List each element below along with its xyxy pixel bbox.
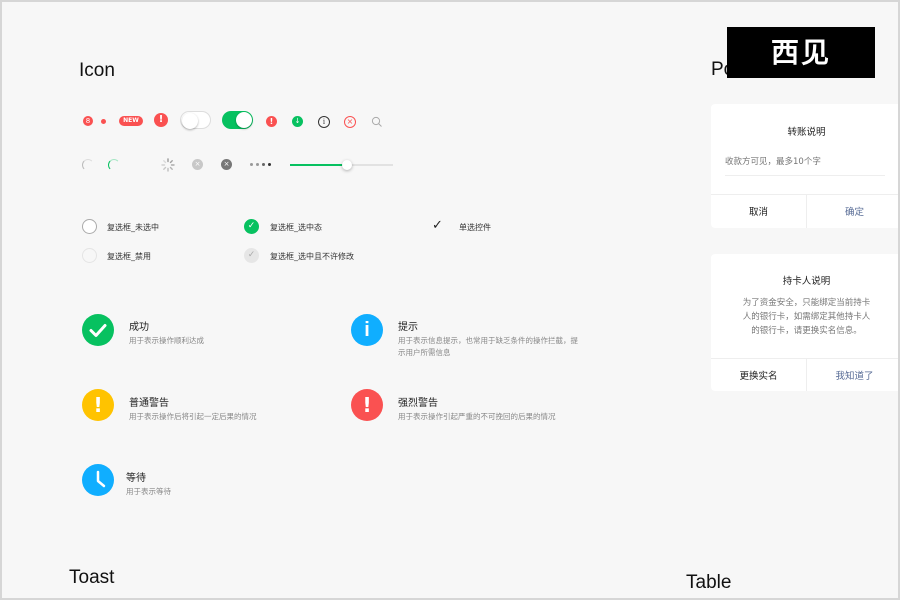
info-outline-icon: i [318, 116, 330, 128]
checkbox-checked-label: 复选框_选中态 [270, 223, 322, 232]
dot-loading [250, 163, 253, 166]
dialog-body-line: 为了资金安全，只能绑定当前持卡 [742, 298, 871, 308]
switch-off[interactable] [180, 111, 211, 129]
dot-loading [262, 163, 265, 166]
cancel-button[interactable]: 取消 [711, 204, 806, 218]
radio-check-icon[interactable]: ✓ [432, 218, 443, 233]
danger-desc: 用于表示操作引起严重的不可挽回的后果的情况 [398, 412, 556, 421]
warning-icon: ! [82, 389, 114, 421]
dialog-title: 转账说明 [787, 127, 826, 138]
logo-badge: 西见 [727, 27, 875, 78]
checkbox-checked-disabled: ✓ [244, 248, 259, 263]
waiting-title: 等待 [126, 473, 146, 484]
icon-section-title: Icon [79, 60, 115, 81]
warn-icon: ! [154, 113, 168, 127]
checkbox-unchecked[interactable] [82, 219, 97, 234]
dot-loading [268, 163, 271, 166]
checkbox-unchecked-label: 复选框_未选中 [107, 223, 159, 232]
checkbox-disabled [82, 248, 97, 263]
loading-spokes-icon [161, 158, 175, 172]
table-section-title: Table [686, 572, 732, 593]
note-input[interactable] [725, 152, 885, 172]
slider-fill [290, 164, 347, 166]
warning-title: 普通警告 [129, 398, 169, 409]
slider-thumb[interactable] [342, 160, 352, 170]
waiting-clock-icon [82, 464, 114, 496]
cardholder-dialog: 持卡人说明 为了资金安全，只能绑定当前持卡 人的银行卡，如需绑定其他持卡人 的银… [711, 254, 898, 391]
waiting-desc: 用于表示等待 [126, 487, 171, 496]
checkbox-disabled-label: 复选框_禁用 [107, 252, 151, 261]
toast-section-title: Toast [69, 567, 115, 588]
checkbox-checked[interactable]: ✓ [244, 219, 259, 234]
danger-title: 强烈警告 [398, 398, 438, 409]
dot-loading [256, 163, 259, 166]
download-icon: ↓ [292, 116, 303, 127]
transfer-note-dialog: 转账说明 取消 确定 [711, 104, 898, 228]
dialog-title: 持卡人说明 [782, 276, 831, 287]
design-board: Icon Po Toast Table 西见 8 NEW ! ! ↓ i × ×… [0, 0, 900, 600]
loading-green-icon [108, 159, 120, 171]
radio-label: 单选控件 [459, 223, 491, 232]
input-underline [725, 175, 885, 176]
dialog-body-line: 的银行卡，请更换实名信息。 [751, 326, 862, 336]
change-name-button[interactable]: 更换实名 [711, 368, 806, 382]
new-badge: NEW [119, 116, 143, 126]
slider[interactable] [290, 159, 393, 171]
small-warn-icon: ! [266, 116, 277, 127]
dialog-body-line: 人的银行卡，如需绑定其他持卡人 [742, 312, 871, 322]
clear-dark-icon[interactable]: × [221, 159, 232, 170]
checkbox-checked-disabled-label: 复选框_选中且不许修改 [270, 252, 354, 261]
clear-grey-icon[interactable]: × [192, 159, 203, 170]
success-desc: 用于表示操作顺利达成 [129, 336, 204, 345]
success-icon [82, 314, 114, 346]
cancel-outline-icon: × [344, 116, 356, 128]
got-it-button[interactable]: 我知道了 [807, 368, 898, 382]
info-title: 提示 [398, 322, 418, 333]
switch-knob [236, 112, 252, 128]
success-title: 成功 [129, 322, 149, 333]
warning-desc: 用于表示操作后将引起一定后果的情况 [129, 412, 257, 421]
switch-on[interactable] [222, 111, 253, 129]
search-icon[interactable] [371, 116, 383, 128]
switch-knob [182, 113, 198, 129]
confirm-button[interactable]: 确定 [807, 204, 898, 218]
loading-grey-icon [82, 159, 94, 171]
info-icon: i [351, 314, 383, 346]
dialog-body: 为了资金安全，只能绑定当前持卡 人的银行卡，如需绑定其他持卡人 的银行卡，请更换… [711, 296, 898, 338]
info-desc: 用于表示信息提示，也常用于缺乏条件的操作拦截，提示用户所需信息 [398, 336, 578, 357]
count-badge: 8 [83, 116, 93, 126]
red-dot-badge [101, 119, 106, 124]
danger-icon: ! [351, 389, 383, 421]
